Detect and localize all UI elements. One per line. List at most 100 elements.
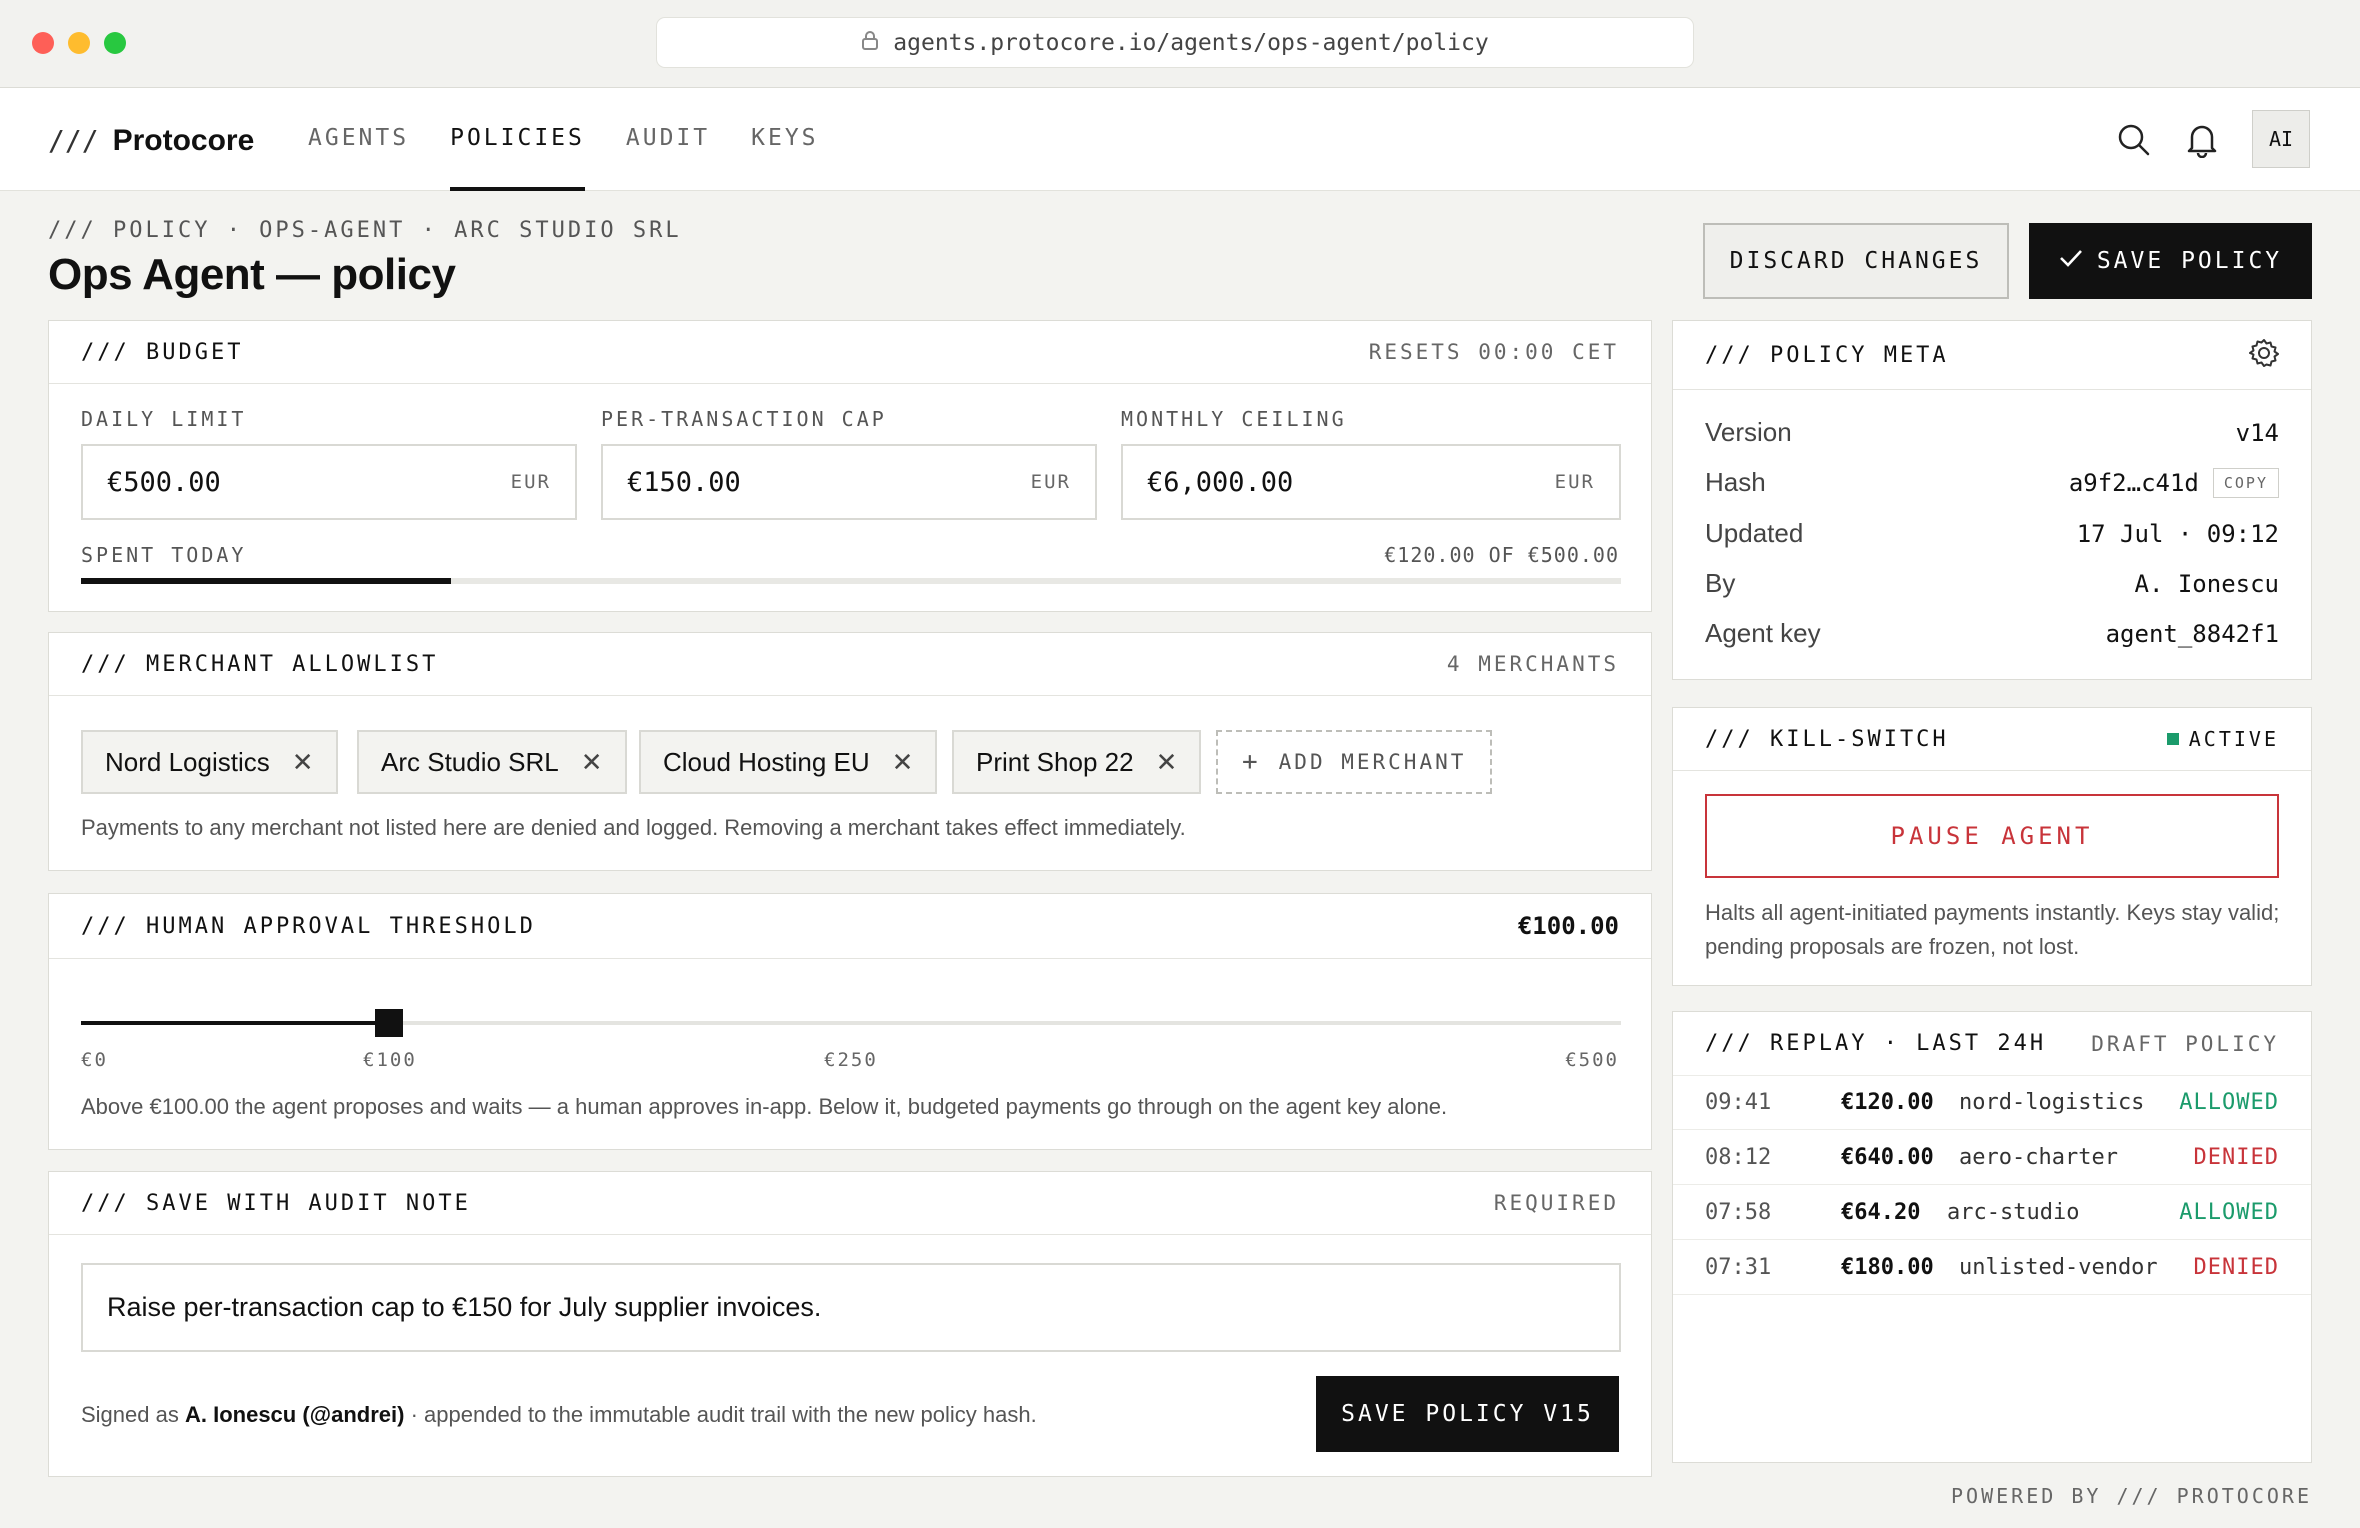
main-nav: AGENTS POLICIES AUDIT KEYS [308,88,819,191]
search-icon[interactable] [2108,114,2160,166]
meta-key: Updated [1705,518,1804,548]
brand-logo[interactable]: /// Protocore [48,124,254,158]
required-badge: REQUIRED [1493,1191,1619,1215]
pause-agent-label: PAUSE AGENT [1890,822,2094,850]
allowlist-help: Payments to any merchant not listed here… [81,815,1186,840]
bell-icon[interactable] [2176,114,2228,166]
replay-row: 07:31 €180.00 unlisted-vendor DENIED [1673,1240,2311,1295]
meta-key: By [1705,568,1736,598]
policy-meta-title: /// POLICY META [1705,342,1949,368]
audit-title: /// SAVE WITH AUDIT NOTE [81,1190,471,1216]
status-text: ACTIVE [2188,727,2279,751]
merchant-chip: Print Shop 22 ✕ [952,730,1202,794]
address-bar[interactable]: agents.protocore.io/agents/ops-agent/pol… [656,17,1694,68]
spent-today-value: €120.00 OF €500.00 [1384,543,1619,567]
meta-row-agent-key: Agent key agent_8842f1 [1705,618,2279,649]
tick-label-500: €500 [1565,1049,1619,1071]
powered-by-footer: POWERED BY /// PROTOCORE [1951,1484,2312,1508]
add-merchant-button[interactable]: + ADD MERCHANT [1216,730,1493,794]
gear-icon[interactable] [2249,338,2279,373]
lock-icon [861,30,879,56]
discard-changes-button[interactable]: DISCARD CHANGES [1703,223,2009,299]
monthly-ceiling-unit: EUR [1554,471,1595,493]
nav-policies[interactable]: POLICIES [450,88,585,191]
meta-row-hash: Hash a9f2…c41d COPY [1705,467,2279,498]
replay-result: ALLOWED [2179,1090,2279,1115]
pause-agent-button[interactable]: PAUSE AGENT [1705,794,2279,878]
remove-icon[interactable]: ✕ [581,747,603,778]
avatar[interactable]: AI [2252,110,2310,168]
replay-time: 07:58 [1705,1199,1772,1225]
url-text: agents.protocore.io/agents/ops-agent/pol… [893,29,1489,56]
replay-row: 07:58 €64.20 arc-studio ALLOWED [1673,1185,2311,1240]
signed-text: Signed as A. Ionescu (@andrei) · appende… [81,1402,1037,1428]
replay-amount: €120.00 [1841,1090,1934,1115]
replay-time: 09:41 [1705,1090,1772,1115]
monthly-ceiling-label: MONTHLY CEILING [1121,407,1347,431]
daily-limit-field[interactable]: €500.00 EUR [81,444,577,520]
per-transaction-cap-field[interactable]: €150.00 EUR [601,444,1097,520]
threshold-slider-handle[interactable] [375,1009,403,1037]
replay-merchant: aero-charter [1959,1144,2118,1170]
audit-panel: /// SAVE WITH AUDIT NOTE REQUIRED Raise p… [48,1171,1652,1477]
status-badge: ACTIVE [2166,727,2279,751]
breadcrumb: /// POLICY · OPS-AGENT · ARC STUDIO SRL [48,218,682,243]
remove-icon[interactable]: ✕ [292,747,314,778]
threshold-panel: /// HUMAN APPROVAL THRESHOLD €100.00 €0 €… [48,893,1652,1150]
replay-amount: €180.00 [1841,1254,1934,1280]
remove-icon[interactable]: ✕ [1156,747,1178,778]
monthly-ceiling-field[interactable]: €6,000.00 EUR [1121,444,1621,520]
budget-title: /// BUDGET [81,339,244,365]
meta-row-by: By A. Ionescu [1705,568,2279,599]
zoom-window-button[interactable] [104,32,126,54]
allowlist-title: /// MERCHANT ALLOWLIST [81,651,439,677]
spent-progress-fill [81,578,451,584]
replay-amount: €64.20 [1841,1199,1921,1225]
daily-limit-label: DAILY LIMIT [81,407,247,431]
allowlist-panel: /// MERCHANT ALLOWLIST 4 MERCHANTS Nord L… [48,632,1652,871]
plus-icon: + [1242,747,1261,777]
nav-agents[interactable]: AGENTS [308,88,409,191]
save-policy-label: SAVE POLICY [2096,248,2283,274]
replay-merchant: unlisted-vendor [1959,1254,2158,1280]
save-policy-button[interactable]: SAVE POLICY [2029,223,2312,299]
per-transaction-cap-label: PER-TRANSACTION CAP [601,407,887,431]
tick-label-250: €250 [824,1049,878,1071]
threshold-slider-track[interactable] [81,1021,1621,1025]
copy-hash-button[interactable]: COPY [2212,467,2279,498]
remove-icon[interactable]: ✕ [892,747,914,778]
nav-keys[interactable]: KEYS [751,88,818,191]
daily-limit-unit: EUR [510,471,551,493]
app-header: /// Protocore AGENTS POLICIES AUDIT KEYS [0,88,2360,191]
merchant-chip: Arc Studio SRL ✕ [357,730,627,794]
close-window-button[interactable] [32,32,54,54]
merchant-chip: Cloud Hosting EU ✕ [639,730,938,794]
discard-label: DISCARD CHANGES [1729,248,1983,274]
meta-value: A. Ionescu [2134,569,2280,598]
audit-note-input[interactable]: Raise per-transaction cap to €150 for Ju… [81,1263,1621,1352]
threshold-help: Above €100.00 the agent proposes and wai… [81,1094,1448,1119]
replay-time: 08:12 [1705,1144,1772,1170]
signed-prefix: Signed as [81,1402,179,1427]
hash-value: a9f2…c41d [2068,468,2199,497]
meta-key: Hash [1705,467,1766,497]
merchant-name: Print Shop 22 [976,746,1134,777]
replay-row: 09:41 €120.00 nord-logistics ALLOWED [1673,1075,2311,1130]
replay-merchant: nord-logistics [1959,1090,2145,1115]
tick-label-0: €0 [81,1049,108,1071]
nav-audit[interactable]: AUDIT [626,88,710,191]
per-transaction-cap-value: €150.00 [627,466,741,498]
brand-prefix: /// [48,124,99,157]
merchant-count: 4 MERCHANTS [1446,652,1619,676]
budget-resets: RESETS 00:00 CET [1368,340,1619,364]
replay-result: DENIED [2193,1254,2279,1280]
page-title: Ops Agent — policy [48,250,456,299]
minimize-window-button[interactable] [68,32,90,54]
meta-value: agent_8842f1 [2105,619,2279,648]
save-policy-v15-button[interactable]: SAVE POLICY V15 [1316,1376,1619,1452]
draft-policy-tag: DRAFT POLICY [2091,1031,2279,1056]
merchant-name: Cloud Hosting EU [663,746,870,777]
per-transaction-cap-unit: EUR [1030,471,1071,493]
brand-name: Protocore [112,124,255,157]
policy-meta-panel: /// POLICY META Version v14 Hash a9f2…c41d… [1672,320,2312,680]
